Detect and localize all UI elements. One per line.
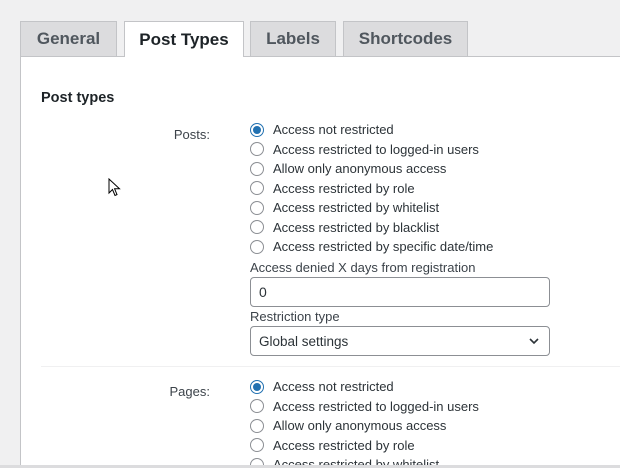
radio-checked-icon[interactable] [250, 379, 264, 394]
radio-label: Access restricted by blacklist [273, 219, 440, 235]
radio-icon[interactable] [250, 142, 264, 157]
posts-option-not-restricted[interactable]: Access not restricted [250, 120, 493, 140]
mouse-pointer-icon [108, 178, 121, 197]
radio-icon[interactable] [250, 399, 264, 414]
pages-option-anonymous[interactable]: Allow only anonymous access [250, 416, 479, 436]
section-title: Post types [41, 90, 115, 106]
settings-panel: Post types Posts: Access not restricted … [20, 56, 620, 468]
radio-checked-icon[interactable] [250, 122, 264, 137]
posts-option-anonymous[interactable]: Allow only anonymous access [250, 159, 493, 179]
restriction-type-value: Global settings [259, 333, 349, 349]
radio-icon[interactable] [250, 220, 264, 235]
radio-icon[interactable] [250, 200, 264, 215]
days-from-registration-input[interactable] [250, 277, 550, 307]
radio-label: Allow only anonymous access [273, 418, 447, 434]
radio-icon[interactable] [250, 161, 264, 176]
pages-option-not-restricted[interactable]: Access not restricted [250, 377, 479, 397]
radio-label: Access restricted by specific date/time [273, 239, 494, 255]
posts-radio-group: Access not restricted Access restricted … [250, 120, 493, 257]
radio-icon[interactable] [250, 181, 264, 196]
radio-label: Access restricted to logged-in users [273, 141, 479, 157]
chevron-down-icon [529, 338, 539, 345]
tab-post-types[interactable]: Post Types [124, 21, 244, 57]
posts-option-blacklist[interactable]: Access restricted by blacklist [250, 218, 493, 238]
pages-option-role[interactable]: Access restricted by role [250, 436, 479, 456]
radio-label: Access restricted by whitelist [273, 200, 440, 216]
radio-icon[interactable] [250, 239, 264, 254]
tab-shortcodes[interactable]: Shortcodes [343, 21, 468, 56]
tab-general[interactable]: General [20, 21, 117, 56]
posts-option-date-time[interactable]: Access restricted by specific date/time [250, 237, 493, 257]
restriction-type-select[interactable]: Global settings [250, 326, 550, 356]
tab-bar: General Post Types Labels Shortcodes [0, 0, 620, 57]
posts-option-whitelist[interactable]: Access restricted by whitelist [250, 198, 493, 218]
radio-label: Access not restricted [273, 122, 394, 138]
posts-option-role[interactable]: Access restricted by role [250, 179, 493, 199]
pages-option-logged-in[interactable]: Access restricted to logged-in users [250, 397, 479, 417]
tab-labels[interactable]: Labels [250, 21, 336, 56]
radio-label: Access restricted by role [273, 180, 415, 196]
days-from-registration-label: Access denied X days from registration [250, 260, 476, 275]
radio-label: Allow only anonymous access [273, 161, 447, 177]
radio-label: Access restricted to logged-in users [273, 398, 479, 414]
restriction-type-label: Restriction type [250, 309, 340, 324]
radio-icon[interactable] [250, 418, 264, 433]
pages-radio-group: Access not restricted Access restricted … [250, 377, 479, 468]
posts-option-logged-in[interactable]: Access restricted to logged-in users [250, 140, 493, 160]
radio-label: Access not restricted [273, 379, 394, 395]
radio-icon[interactable] [250, 438, 264, 453]
radio-label: Access restricted by role [273, 437, 415, 453]
pages-label: Pages: [169, 384, 210, 399]
posts-label: Posts: [173, 127, 210, 142]
divider [41, 366, 620, 367]
